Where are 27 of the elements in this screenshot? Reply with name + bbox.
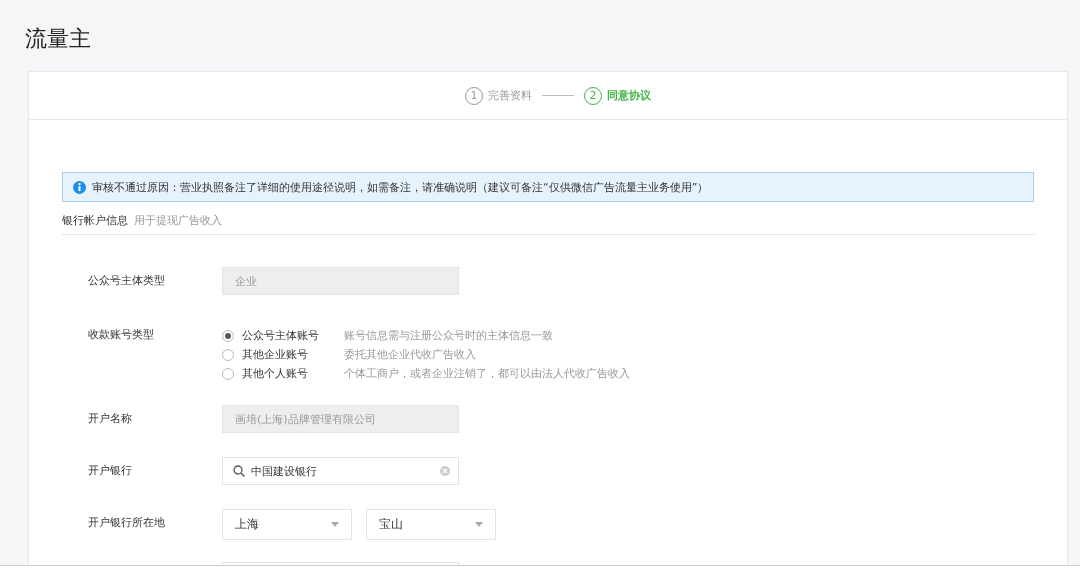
readonly-field: 企业: [222, 267, 459, 295]
radio-hint: 委托其他企业代收广告收入: [344, 347, 476, 362]
step-indicator: 2 同意协议: [584, 86, 651, 105]
field-label: 公众号主体类型: [88, 273, 166, 289]
radio-label: 其他企业账号: [242, 347, 309, 362]
radio-hint: 个体工商户，或者企业注销了，都可以由法人代收广告收入: [344, 366, 630, 381]
dropdown-caret-icon: [331, 522, 339, 527]
readonly-field: 画培(上海)品牌管理有限公司: [222, 405, 459, 433]
field-label: 开户银行所在地: [88, 515, 166, 531]
info-icon: [73, 180, 86, 194]
field-label: 开户银行: [88, 463, 133, 479]
field-label: 开户名称: [88, 411, 133, 427]
section-title: 银行帐户信息: [62, 213, 128, 228]
step-indicator: 1 完善资料: [465, 86, 532, 105]
dropdown-select[interactable]: 上海: [222, 509, 352, 540]
radio-hint: 账号信息需与注册公众号时的主体信息一致: [344, 328, 553, 343]
notice-text: 审核不通过原因：营业执照备注了详细的使用途径说明，如需备注，请准确说明（建议可备注“仅供微信广告流量主业务使用”）: [92, 179, 709, 195]
page-title: 流量主: [25, 25, 92, 53]
dropdown-select[interactable]: 宝山: [366, 509, 496, 540]
dropdown-caret-icon: [475, 522, 483, 527]
search-field[interactable]: 中国建设银行: [222, 457, 459, 485]
radio-label: 公众号主体账号: [242, 328, 320, 343]
radio-label: 其他个人账号: [242, 366, 309, 381]
clear-icon[interactable]: [440, 466, 450, 476]
field-label: 收款账号类型: [88, 327, 155, 343]
section-hint: 用于提现广告收入: [134, 213, 222, 228]
search-icon: [233, 465, 245, 477]
